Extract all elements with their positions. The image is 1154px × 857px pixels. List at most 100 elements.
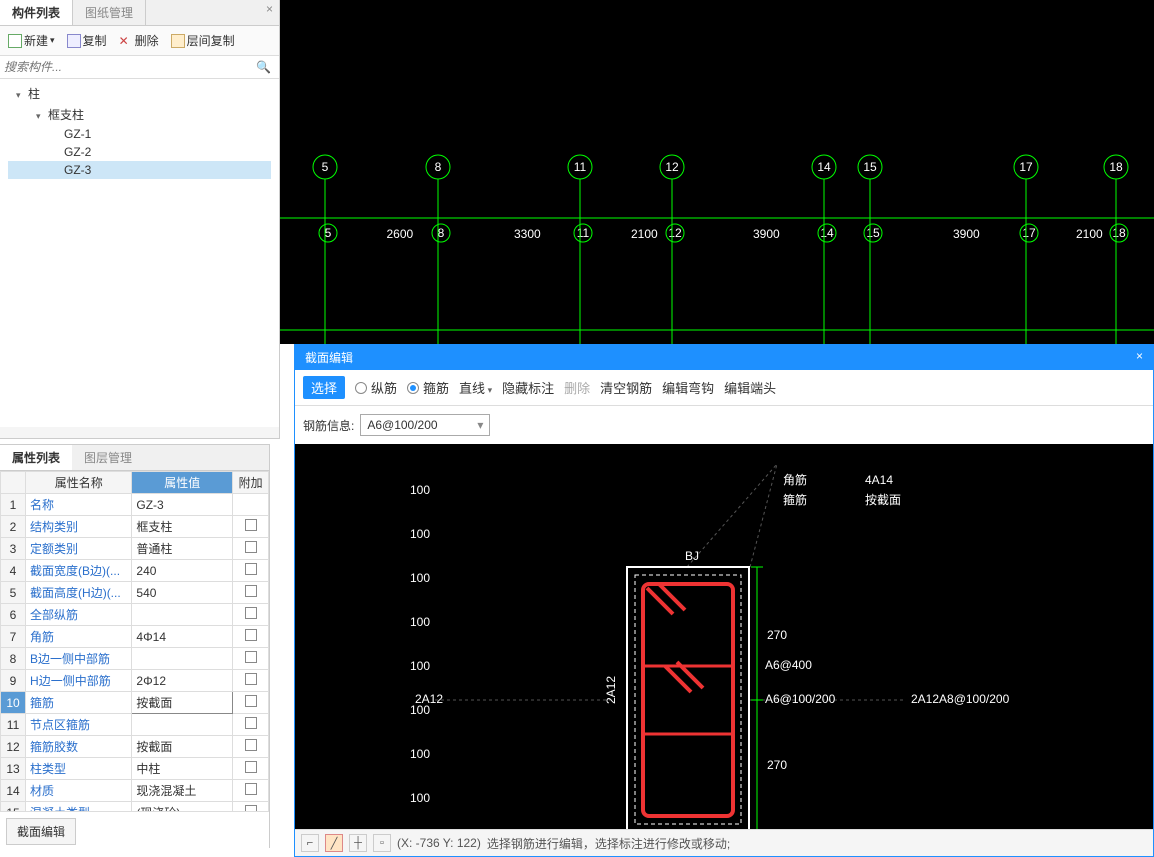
clear-bar-button[interactable]: 清空钢筋: [600, 378, 652, 397]
prop-add[interactable]: [233, 670, 269, 692]
property-row[interactable]: 2 结构类别 框支柱: [1, 516, 269, 538]
ortho-icon[interactable]: ⌐: [301, 834, 319, 852]
rebar-info-label: 钢筋信息:: [303, 417, 354, 434]
prop-value[interactable]: 2Φ12: [132, 670, 233, 692]
svg-text:8: 8: [435, 160, 442, 174]
search-box: 🔍: [0, 56, 279, 79]
prop-add[interactable]: [233, 538, 269, 560]
prop-name: 箍筋: [26, 692, 132, 714]
prop-add[interactable]: [233, 582, 269, 604]
prop-add[interactable]: [233, 736, 269, 758]
grid-icon[interactable]: ┼: [349, 834, 367, 852]
delete-bar-button[interactable]: 删除: [564, 378, 590, 397]
snap-icon[interactable]: ╱: [325, 834, 343, 852]
prop-value[interactable]: 普通柱: [132, 538, 233, 560]
tree-item-gz3[interactable]: GZ-3: [8, 161, 271, 179]
property-row[interactable]: 13 柱类型 中柱: [1, 758, 269, 780]
prop-add[interactable]: [233, 560, 269, 582]
delete-button[interactable]: ✕删除: [115, 30, 163, 51]
hide-label-button[interactable]: 隐藏标注: [502, 378, 554, 397]
floor-copy-icon: [171, 34, 185, 48]
property-row[interactable]: 4 截面宽度(B边)(... 240: [1, 560, 269, 582]
tab-property-list[interactable]: 属性列表: [0, 445, 72, 470]
new-icon: [8, 34, 22, 48]
prop-add[interactable]: [233, 692, 269, 714]
prop-value[interactable]: 现浇混凝土: [132, 780, 233, 802]
property-row[interactable]: 8 B边一侧中部筋: [1, 648, 269, 670]
prop-value[interactable]: 540: [132, 582, 233, 604]
property-row[interactable]: 9 H边一侧中部筋 2Φ12: [1, 670, 269, 692]
svg-text:BJ: BJ: [685, 549, 699, 563]
prop-value[interactable]: (现浇砼): [132, 802, 233, 812]
prop-name: 全部纵筋: [26, 604, 132, 626]
prop-add[interactable]: [233, 802, 269, 812]
prop-value[interactable]: 4Φ14: [132, 626, 233, 648]
cad-viewport[interactable]: 5526008833001111210012123900141415153900…: [280, 0, 1154, 344]
svg-text:角筋: 角筋: [783, 472, 807, 487]
modal-toolbar: 选择 纵筋 箍筋 直线 隐藏标注 删除 清空钢筋 编辑弯钩 编辑端头: [295, 370, 1153, 406]
prop-value[interactable]: GZ-3: [132, 494, 233, 516]
property-row[interactable]: 10 箍筋 按截面: [1, 692, 269, 714]
tab-component-list[interactable]: 构件列表: [0, 0, 73, 25]
property-row[interactable]: 11 节点区箍筋: [1, 714, 269, 736]
prop-value[interactable]: [132, 604, 233, 626]
prop-add[interactable]: [233, 494, 269, 516]
property-row[interactable]: 6 全部纵筋: [1, 604, 269, 626]
radio-stirrup[interactable]: 箍筋: [407, 378, 449, 397]
prop-add[interactable]: [233, 714, 269, 736]
prop-add[interactable]: [233, 516, 269, 538]
prop-value[interactable]: 240: [132, 560, 233, 582]
prop-add[interactable]: [233, 648, 269, 670]
prop-add[interactable]: [233, 604, 269, 626]
search-input[interactable]: [4, 60, 252, 74]
section-canvas[interactable]: 100100100100100100100100270270120120BJ角筋…: [295, 444, 1153, 829]
modal-close-icon[interactable]: ×: [1136, 349, 1143, 366]
tree-root-column[interactable]: 柱: [8, 83, 271, 104]
prop-value[interactable]: [132, 714, 233, 736]
property-row[interactable]: 5 截面高度(H边)(... 540: [1, 582, 269, 604]
modal-titlebar[interactable]: 截面编辑 ×: [295, 345, 1153, 370]
property-row[interactable]: 3 定额类别 普通柱: [1, 538, 269, 560]
prop-name: 角筋: [26, 626, 132, 648]
search-icon[interactable]: 🔍: [252, 60, 275, 74]
floor-copy-button[interactable]: 层间复制: [167, 30, 239, 51]
prop-value[interactable]: 按截面: [132, 692, 233, 714]
prop-value[interactable]: 框支柱: [132, 516, 233, 538]
section-edit-button[interactable]: 截面编辑: [6, 818, 76, 845]
copy-button[interactable]: 复制: [63, 30, 111, 51]
select-button[interactable]: 选择: [303, 376, 345, 399]
property-row[interactable]: 15 混凝土类型 (现浇砼): [1, 802, 269, 812]
tree-group-frame-column[interactable]: 框支柱: [8, 104, 271, 125]
svg-text:270: 270: [767, 628, 787, 642]
prop-value[interactable]: 按截面: [132, 736, 233, 758]
line-button[interactable]: 直线: [459, 378, 492, 397]
property-row[interactable]: 1 名称 GZ-3: [1, 494, 269, 516]
prop-name: 节点区箍筋: [26, 714, 132, 736]
prop-value[interactable]: 中柱: [132, 758, 233, 780]
radio-longitudinal[interactable]: 纵筋: [355, 378, 397, 397]
tab-layer-mgmt[interactable]: 图层管理: [72, 445, 144, 470]
property-row[interactable]: 12 箍筋胶数 按截面: [1, 736, 269, 758]
panel-close-icon[interactable]: ×: [260, 0, 279, 25]
tab-drawing-mgmt[interactable]: 图纸管理: [73, 0, 146, 25]
prop-add[interactable]: [233, 626, 269, 648]
property-row[interactable]: 14 材质 现浇混凝土: [1, 780, 269, 802]
svg-text:A6@100/200: A6@100/200: [765, 692, 836, 706]
edit-end-button[interactable]: 编辑端头: [724, 378, 776, 397]
osnap-icon[interactable]: ▫: [373, 834, 391, 852]
tree-item-gz1[interactable]: GZ-1: [8, 125, 271, 143]
svg-text:8: 8: [438, 226, 445, 240]
prop-value[interactable]: [132, 648, 233, 670]
prop-add[interactable]: [233, 758, 269, 780]
rebar-info-input[interactable]: A6@100/200: [360, 414, 490, 436]
svg-text:2100: 2100: [631, 227, 658, 241]
new-button[interactable]: 新建 ▾: [4, 30, 59, 51]
svg-text:2A12: 2A12: [415, 692, 443, 706]
prop-add[interactable]: [233, 780, 269, 802]
prop-name: 定额类别: [26, 538, 132, 560]
property-row[interactable]: 7 角筋 4Φ14: [1, 626, 269, 648]
row-num: 9: [1, 670, 26, 692]
tree-item-gz2[interactable]: GZ-2: [8, 143, 271, 161]
prop-name: B边一侧中部筋: [26, 648, 132, 670]
edit-hook-button[interactable]: 编辑弯钩: [662, 378, 714, 397]
